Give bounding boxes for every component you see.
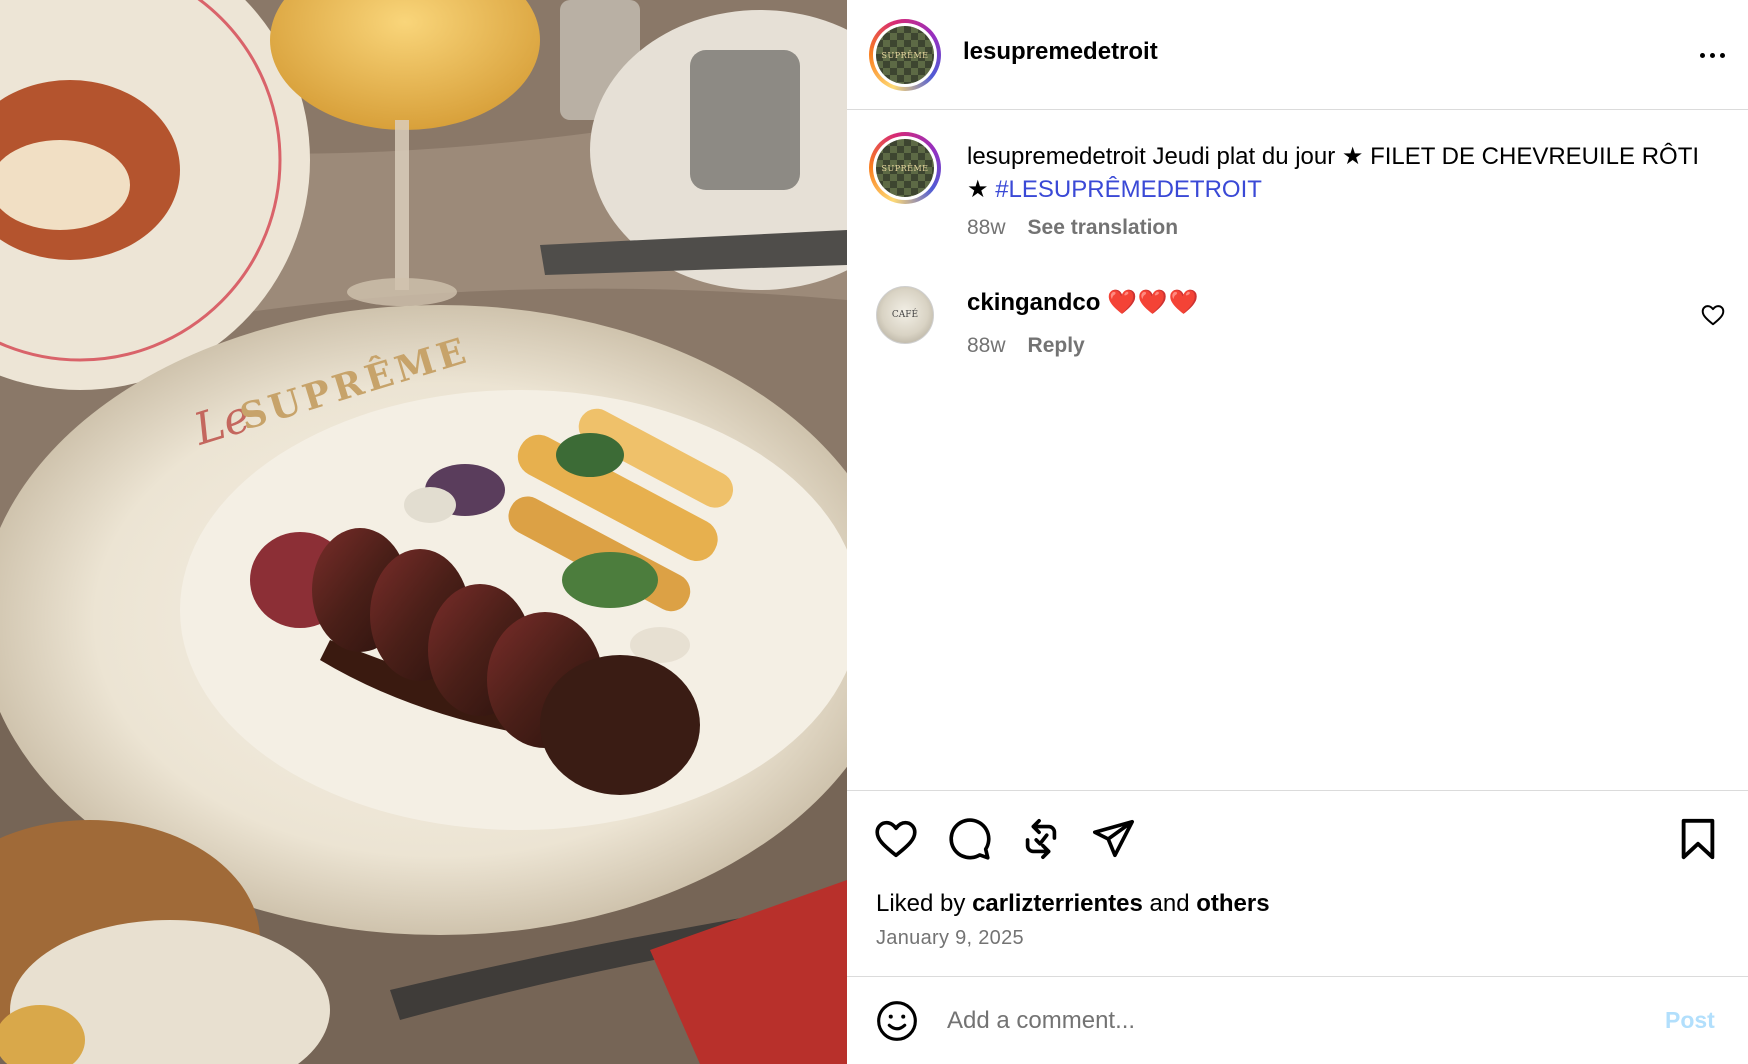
emoji-icon[interactable]: [875, 999, 919, 1043]
account-avatar-image: SUPRÊME: [876, 26, 934, 84]
liked-by-prefix: Liked by: [876, 890, 966, 917]
comment-input[interactable]: [947, 999, 1627, 1043]
caption-meta: 88w See translation: [967, 216, 1178, 240]
post-date[interactable]: January 9, 2025: [876, 927, 1024, 950]
post-detail-panel: SUPRÊME lesupremedetroit SUPRÊME lesupre…: [847, 0, 1748, 1064]
food-photo-illustration: Le SUPRÊME: [0, 0, 847, 1064]
bookmark-icon[interactable]: [1675, 816, 1721, 862]
comment-username[interactable]: ckingandco: [967, 289, 1100, 316]
comment-text: ckingandco ❤️❤️❤️: [967, 288, 1200, 317]
more-options-icon[interactable]: [1694, 40, 1730, 70]
liked-by-connector: and: [1149, 890, 1190, 917]
comment-meta: 88w Reply: [967, 334, 1085, 358]
repost-icon[interactable]: [1018, 816, 1064, 862]
liked-by-text: Liked by carlizterrientes and others: [876, 890, 1270, 918]
caption-avatar-image: SUPRÊME: [876, 139, 934, 197]
post-comment-button[interactable]: Post: [1665, 1007, 1715, 1034]
liked-by-others[interactable]: others: [1196, 890, 1269, 917]
post-photo[interactable]: Le SUPRÊME: [0, 0, 847, 1064]
account-avatar[interactable]: SUPRÊME: [869, 19, 941, 91]
heart-icon[interactable]: [873, 816, 919, 862]
commenter-avatar[interactable]: CAFÉ: [876, 286, 934, 344]
see-translation-link[interactable]: See translation: [1028, 216, 1179, 240]
comment-item: CAFÉ ckingandco ❤️❤️❤️ 88w Reply: [847, 280, 1748, 370]
comment-composer: Post: [847, 976, 1748, 1064]
post-actions: Liked by carlizterrientes and others Jan…: [847, 790, 1748, 978]
comment-age[interactable]: 88w: [967, 334, 1006, 358]
comment-heart-icon[interactable]: [1700, 302, 1726, 328]
comment-bubble-icon[interactable]: [946, 816, 992, 862]
caption-username[interactable]: lesupremedetroit: [967, 143, 1146, 170]
account-username[interactable]: lesupremedetroit: [963, 38, 1158, 66]
caption-text: lesupremedetroit Jeudi plat du jour ★ FI…: [967, 140, 1727, 206]
send-icon[interactable]: [1090, 816, 1136, 862]
comment-body: ❤️❤️❤️: [1107, 289, 1200, 316]
caption-avatar[interactable]: SUPRÊME: [869, 132, 941, 204]
post-header: SUPRÊME lesupremedetroit: [847, 0, 1748, 110]
liked-by-user[interactable]: carlizterrientes: [972, 890, 1143, 917]
caption-hashtag[interactable]: #LESUPRÊMEDETROIT: [995, 176, 1262, 203]
reply-button[interactable]: Reply: [1028, 334, 1085, 358]
caption-age[interactable]: 88w: [967, 216, 1006, 240]
